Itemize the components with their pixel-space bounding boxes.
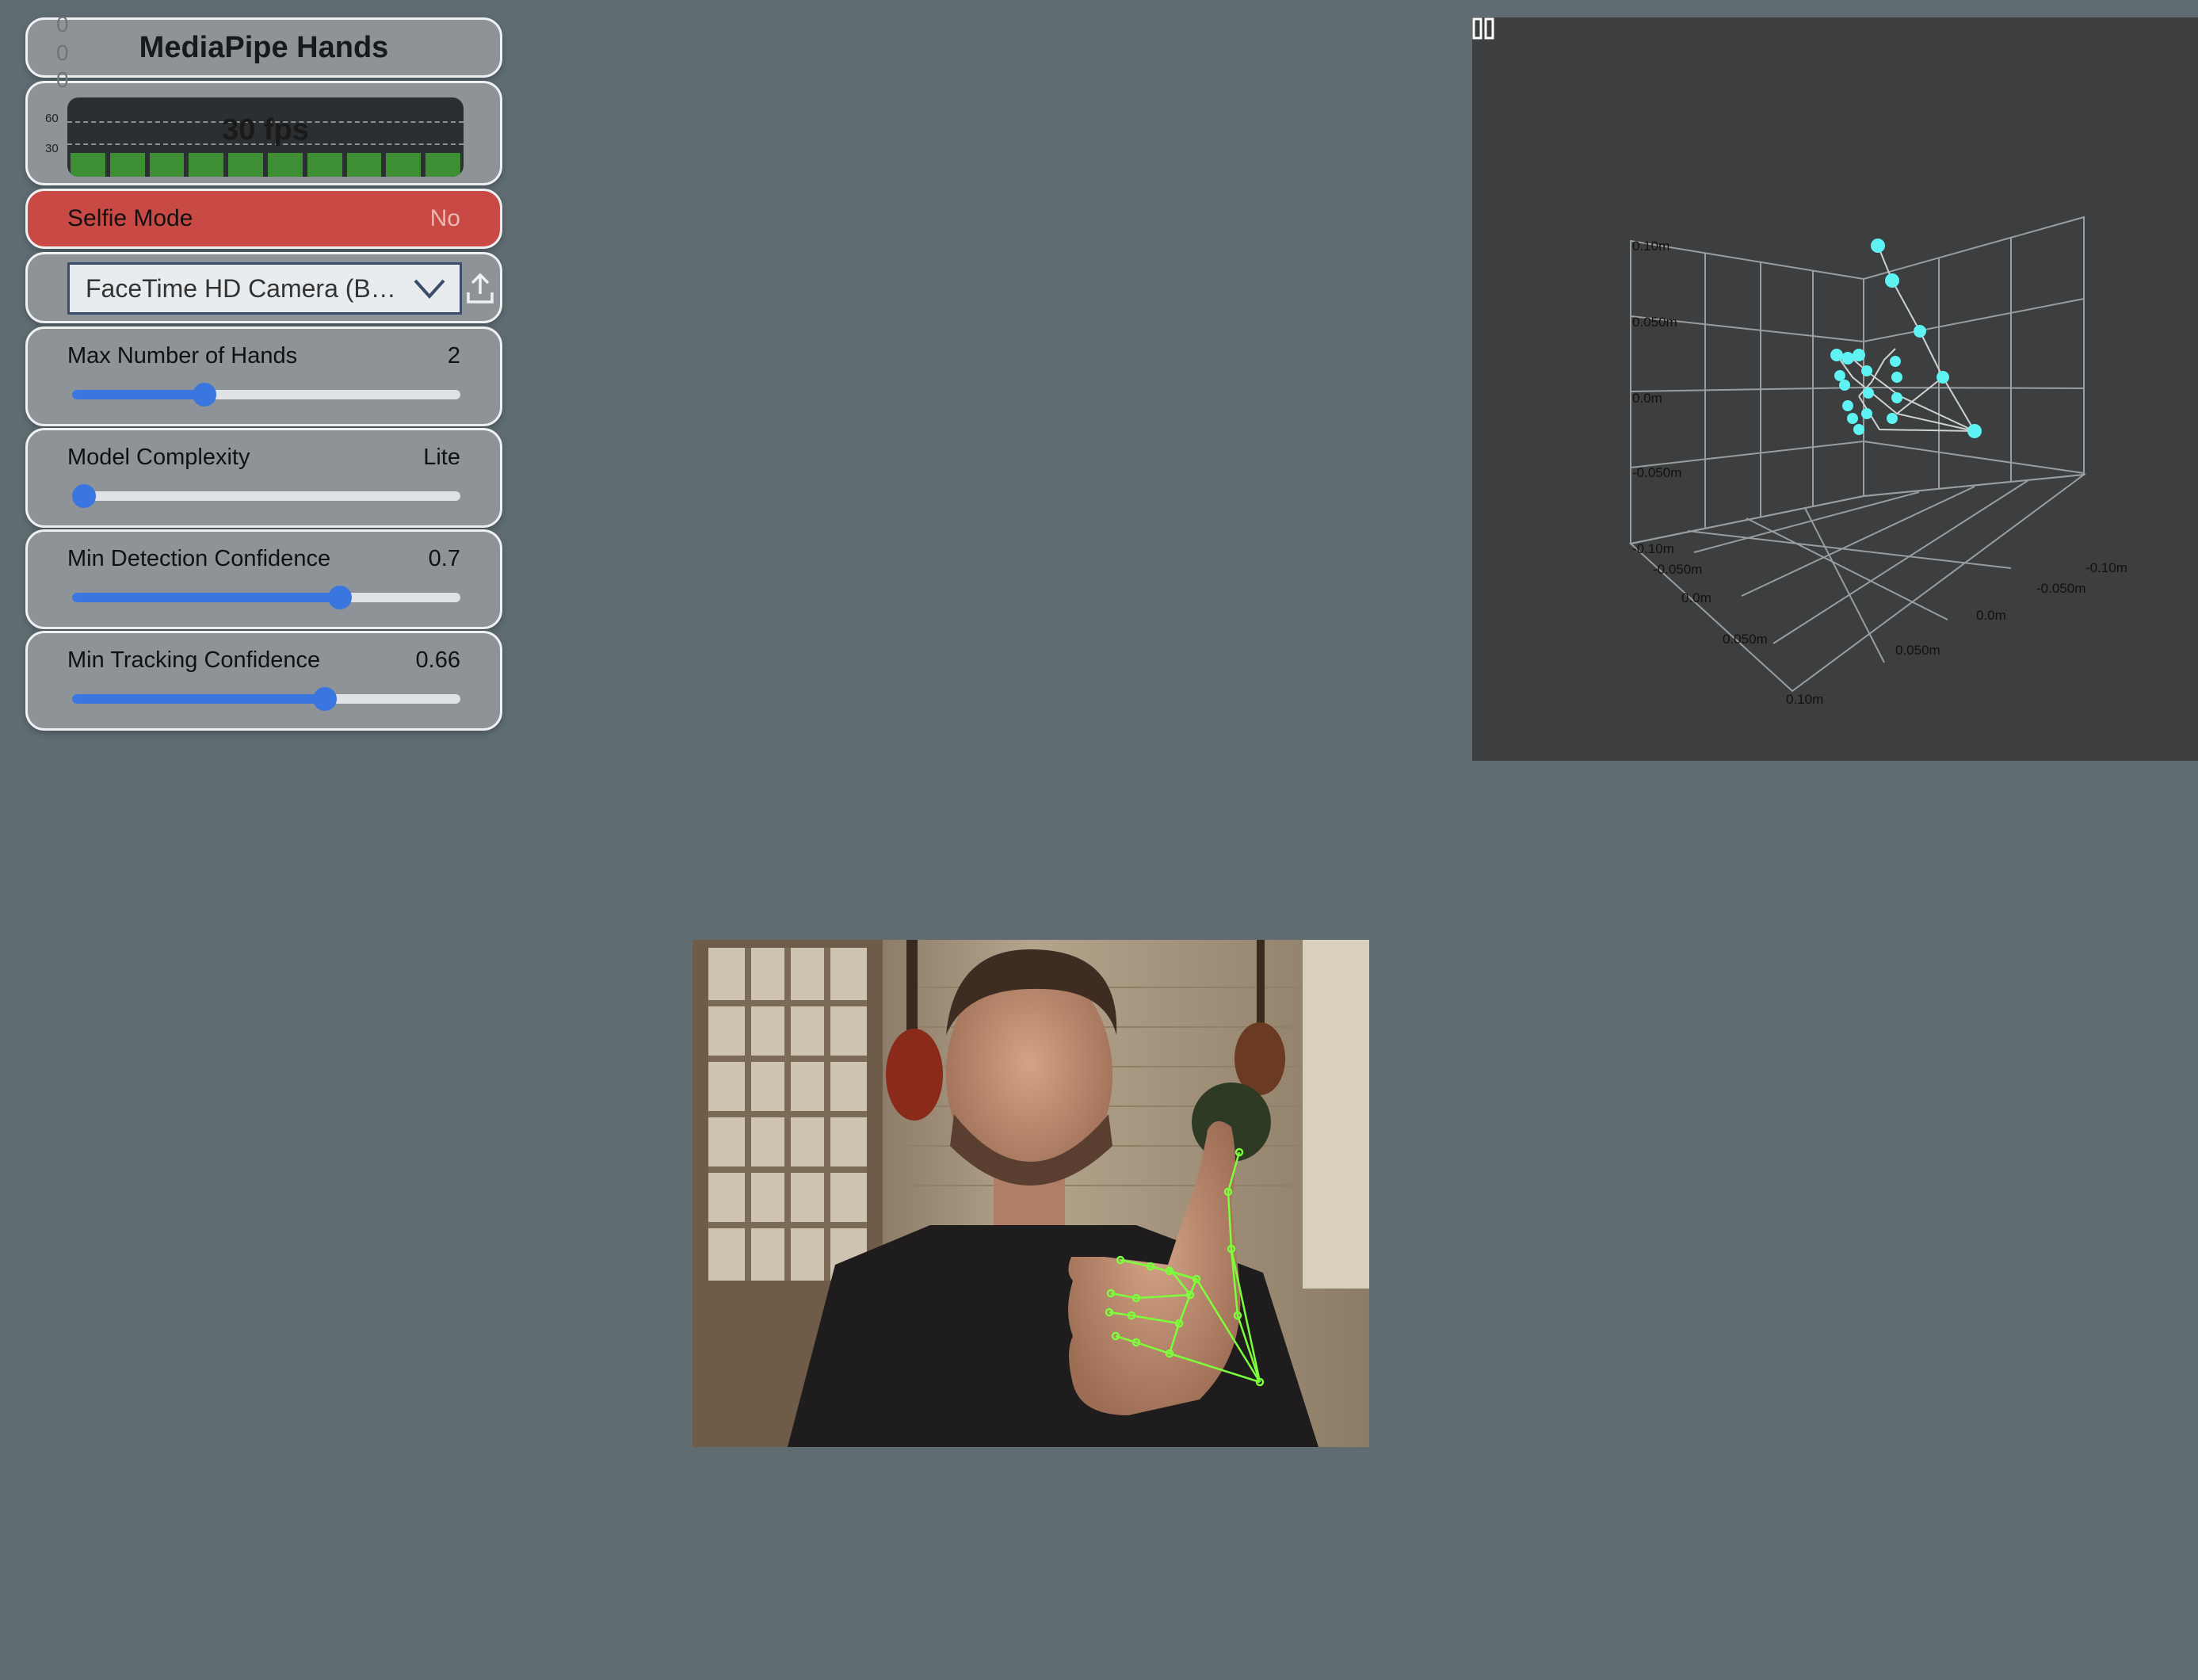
fps-ghost-digit: 0 [56, 67, 69, 92]
camera-select-value: FaceTime HD Camera (B… [86, 273, 396, 303]
landmark-3d-plot[interactable]: 0.10m 0.050m 0.0m -0.050m -0.10m -0.050m… [1472, 17, 2198, 761]
plot-z-tick: 0.0m [1976, 608, 2006, 623]
fps-graph: 30 fps [67, 97, 464, 177]
plot-y-tick: 0.10m [1632, 239, 1669, 254]
camera-select[interactable]: FaceTime HD Camera (B… [67, 262, 462, 315]
fps-ghost-digit: 0 [56, 40, 69, 65]
selfie-mode-value: No [429, 205, 460, 231]
slider-fill [72, 390, 204, 399]
chevron-down-icon [414, 279, 445, 299]
slider-knob[interactable] [72, 484, 96, 508]
plot-y-tick: 0.050m [1632, 315, 1677, 330]
selfie-mode-label: Selfie Mode [67, 205, 193, 231]
webcam-frame-image [693, 940, 1369, 1447]
plot-z-tick: -0.10m [2085, 560, 2127, 575]
max-hands-label: Max Number of Hands [67, 343, 298, 368]
plot-x-tick: 0.050m [1723, 632, 1768, 647]
fps-tick-60: 60 [45, 112, 59, 125]
pause-icon[interactable] [1472, 17, 1494, 40]
app-title-panel: MediaPipe Hands [25, 17, 502, 78]
selfie-mode-toggle[interactable]: Selfie Mode No [25, 189, 502, 249]
min-tracking-slider[interactable] [72, 687, 460, 711]
fps-label: 30 fps [222, 113, 309, 147]
slider-fill [72, 593, 341, 602]
plot-x-tick: 0.10m [1786, 692, 1823, 707]
fps-panel: 0 0 0 60 30 30 fps [25, 12, 502, 185]
model-complexity-value: Lite [423, 445, 460, 470]
min-tracking-slider-panel: Min Tracking Confidence 0.66 [25, 631, 502, 731]
slider-fill [72, 694, 325, 704]
upload-icon[interactable] [465, 272, 495, 305]
fps-tick-30: 30 [45, 142, 59, 155]
plot-z-tick: 0.050m [1895, 643, 1940, 658]
min-detection-value: 0.7 [428, 546, 460, 571]
max-hands-slider-panel: Max Number of Hands 2 [25, 326, 502, 426]
slider-knob[interactable] [312, 687, 337, 711]
slider-knob[interactable] [192, 383, 216, 407]
plot-x-tick: -0.050m [1653, 562, 1702, 577]
fps-ghost-digit: 0 [56, 12, 69, 36]
min-tracking-value: 0.66 [415, 647, 460, 673]
plot-y-tick: -0.050m [1632, 465, 1681, 480]
min-tracking-label: Min Tracking Confidence [67, 647, 321, 673]
slider-knob[interactable] [328, 586, 353, 609]
model-complexity-label: Model Complexity [67, 445, 250, 470]
plot-grid: 0.10m 0.050m 0.0m -0.050m -0.10m -0.050m… [1628, 216, 2127, 707]
plot-y-tick: 0.0m [1632, 391, 1662, 406]
app-title: MediaPipe Hands [139, 30, 389, 64]
fps-bars [67, 153, 464, 177]
min-detection-slider[interactable] [72, 586, 460, 609]
min-detection-label: Min Detection Confidence [67, 546, 331, 571]
plot-x-tick: 0.0m [1681, 590, 1711, 605]
model-complexity-slider[interactable] [72, 484, 460, 508]
camera-source-panel: FaceTime HD Camera (B… [25, 252, 502, 323]
plot-z-tick: -0.050m [2036, 581, 2085, 596]
max-hands-slider[interactable] [72, 383, 460, 407]
min-detection-slider-panel: Min Detection Confidence 0.7 [25, 529, 502, 629]
max-hands-value: 2 [447, 343, 460, 368]
plot-y-tick: -0.10m [1632, 541, 1674, 556]
model-complexity-slider-panel: Model Complexity Lite [25, 428, 502, 528]
webcam-video-feed [693, 940, 1369, 1447]
